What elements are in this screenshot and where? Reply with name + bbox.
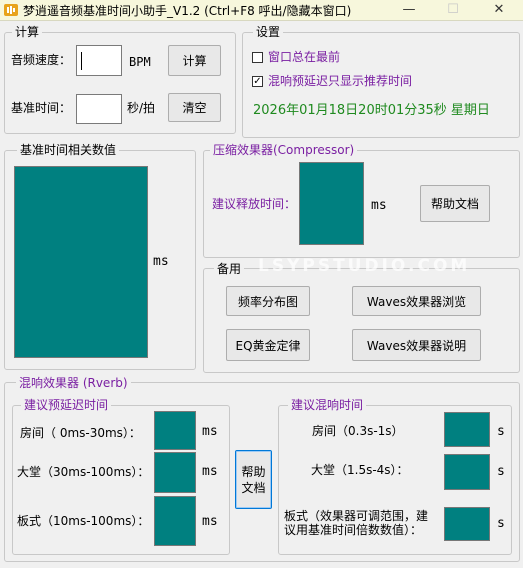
predelay-plate-unit: ms <box>202 514 218 529</box>
frequency-chart-button[interactable]: 频率分布图 <box>226 286 310 316</box>
release-time-label: 建议释放时间： <box>212 197 297 211</box>
always-on-top-checkbox[interactable] <box>252 52 263 63</box>
reverb-only-checkbox[interactable]: ✓ <box>252 76 263 87</box>
title-bar: 梦逍遥音频基准时间小助手_V1.2 (Ctrl+F8 呼出/隐藏本窗口) — ☐… <box>0 0 523 21</box>
waves-browse-button[interactable]: Waves效果器浏览 <box>352 286 481 316</box>
reverb-only-label[interactable]: 混响预延迟只显示推荐时间 <box>268 73 412 89</box>
base-values-list[interactable] <box>14 166 148 358</box>
decay-hall-label: 大堂（1.5s-4s）： <box>311 463 409 477</box>
predelay-plate-label: 板式（10ms-100ms）： <box>17 514 150 528</box>
calc-button[interactable]: 计算 <box>168 45 221 76</box>
speed-input[interactable] <box>76 45 122 76</box>
settings-legend: 设置 <box>253 25 284 39</box>
clear-button[interactable]: 清空 <box>168 93 221 122</box>
decay-plate-value <box>444 507 490 541</box>
waves-description-button[interactable]: Waves效果器说明 <box>352 329 481 361</box>
decay-plate-unit: s <box>497 516 505 531</box>
watermark: LSYPSTUDIO.COM <box>258 256 471 276</box>
decay-room-label: 房间（0.3s-1s） <box>312 424 404 438</box>
close-button[interactable]: ✕ <box>479 0 519 20</box>
datetime-display: 2026年01月18日20时01分35秒 星期日 <box>253 103 490 118</box>
calc-legend: 计算 <box>12 25 43 39</box>
base-time-input[interactable] <box>76 94 122 124</box>
base-values-unit: ms <box>153 254 169 269</box>
base-values-legend: 基准时间相关数值 <box>17 143 120 157</box>
predelay-legend: 建议预延迟时间 <box>21 398 112 412</box>
predelay-hall-label: 大堂（30ms-100ms）： <box>17 465 150 479</box>
release-time-value <box>299 162 364 245</box>
predelay-hall-value <box>154 452 196 493</box>
checkmark-icon: ✓ <box>253 76 262 87</box>
decay-room-unit: s <box>497 424 505 439</box>
predelay-plate-value <box>154 496 196 546</box>
always-on-top-label[interactable]: 窗口总在最前 <box>268 49 340 65</box>
reverb-help-button-line1: 帮助 <box>241 464 266 479</box>
compressor-help-button[interactable]: 帮助文档 <box>420 185 490 222</box>
maximize-button[interactable]: ☐ <box>433 0 473 20</box>
decay-room-value <box>444 412 490 447</box>
reverb-legend: 混响效果器 (Rverb) <box>16 376 131 390</box>
spare-legend: 备用 <box>214 262 245 276</box>
release-time-unit: ms <box>371 198 387 213</box>
base-time-unit: 秒/拍 <box>127 101 156 115</box>
decay-hall-unit: s <box>497 464 505 479</box>
compressor-legend: 压缩效果器(Compressor) <box>210 143 358 157</box>
speed-label: 音频速度： <box>11 53 72 67</box>
predelay-room-value <box>154 411 196 450</box>
predelay-hall-unit: ms <box>202 464 218 479</box>
eq-golden-rule-button[interactable]: EQ黄金定律 <box>226 329 310 361</box>
reverb-help-button-line2: 文档 <box>241 480 266 495</box>
base-time-label: 基准时间： <box>11 101 72 115</box>
decay-hall-value <box>444 454 490 490</box>
app-icon <box>4 4 18 16</box>
decay-legend: 建议混响时间 <box>288 398 367 412</box>
minimize-button[interactable]: — <box>389 0 429 20</box>
reverb-help-button[interactable]: 帮助 文档 <box>235 450 272 509</box>
text-caret <box>81 52 82 70</box>
window-title: 梦逍遥音频基准时间小助手_V1.2 (Ctrl+F8 呼出/隐藏本窗口) <box>23 4 352 18</box>
predelay-room-label: 房间（ 0ms-30ms）： <box>20 426 141 440</box>
predelay-room-unit: ms <box>202 424 218 439</box>
speed-unit: BPM <box>129 55 151 69</box>
decay-plate-label-line2: 议用基准时间倍数数值）： <box>284 523 423 537</box>
